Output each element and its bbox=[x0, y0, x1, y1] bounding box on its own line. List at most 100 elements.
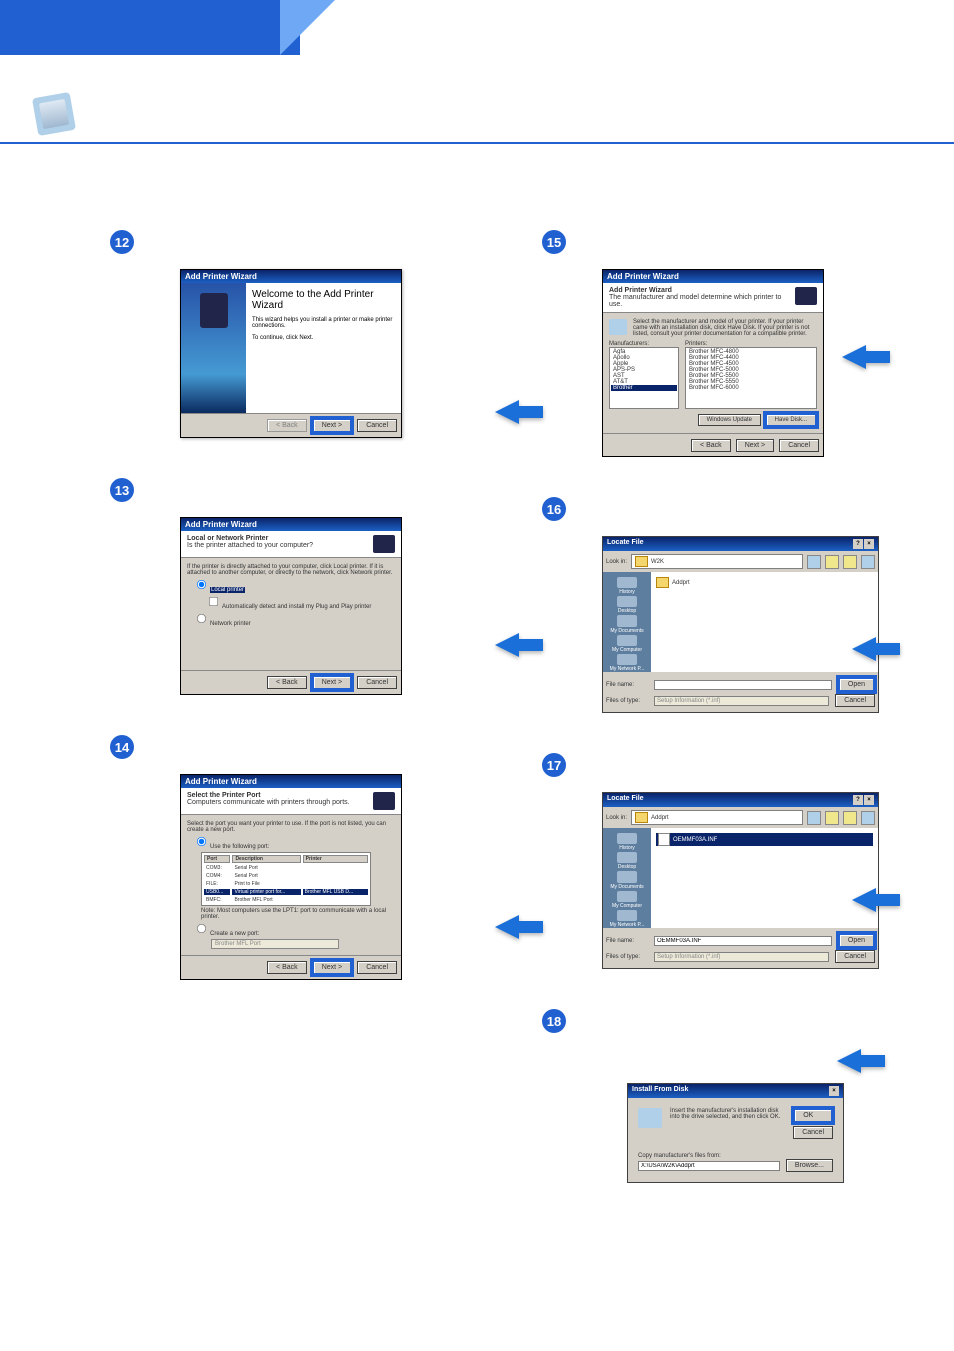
back-icon[interactable] bbox=[807, 555, 821, 569]
back-button[interactable]: < Back bbox=[691, 439, 731, 452]
mydocs-icon[interactable] bbox=[617, 871, 637, 882]
cancel-button[interactable]: Cancel bbox=[357, 419, 397, 432]
views-icon[interactable] bbox=[861, 555, 875, 569]
history-icon[interactable] bbox=[617, 577, 637, 588]
manufacturers-list[interactable]: Agfa Apollo Apple APS-PS AST AT&T Brothe… bbox=[609, 347, 679, 409]
panel-sub: Is the printer attached to your computer… bbox=[187, 542, 313, 549]
content: 12 Add Printer Wizard Welcome to the Add… bbox=[0, 150, 954, 1283]
filename-label: File name: bbox=[606, 938, 650, 944]
table-row-selected[interactable]: USB0...Virtual printer port for...Brothe… bbox=[204, 889, 368, 895]
file-list[interactable]: OEMMF03A.INF bbox=[651, 828, 878, 928]
filetype-combo: Setup Information (*.inf) bbox=[654, 952, 829, 962]
printers-list[interactable]: Brother MFC-4800 Brother MFC-4400 Brothe… bbox=[685, 347, 817, 409]
path-input[interactable] bbox=[638, 1161, 780, 1171]
step-number: 15 bbox=[542, 230, 566, 254]
lookin-combo[interactable]: Addprt bbox=[631, 810, 803, 825]
places-bar: History Desktop My Documents My Computer… bbox=[603, 828, 651, 928]
filename-input[interactable] bbox=[654, 680, 832, 690]
welcome-heading: Welcome to the Add Printer Wizard bbox=[252, 289, 395, 311]
windows-update-button[interactable]: Windows Update bbox=[698, 414, 761, 426]
next-button[interactable]: Next > bbox=[736, 439, 774, 452]
panel-heading: Select the Printer Port bbox=[187, 792, 261, 799]
panel-heading: Local or Network Printer bbox=[187, 535, 268, 542]
panel-heading: Add Printer Wizard bbox=[609, 287, 672, 294]
network-icon[interactable] bbox=[617, 654, 637, 665]
filetype-combo: Setup Information (*.inf) bbox=[654, 696, 829, 706]
cancel-button[interactable]: Cancel bbox=[793, 1126, 833, 1139]
col-header: Port bbox=[204, 855, 230, 863]
next-button[interactable]: Next > bbox=[312, 418, 352, 433]
window-controls[interactable]: × bbox=[828, 1086, 839, 1096]
cancel-button[interactable]: Cancel bbox=[357, 676, 397, 689]
window-controls[interactable]: ?× bbox=[852, 795, 874, 805]
desktop-icon[interactable] bbox=[617, 596, 637, 607]
manufacturer-model-dialog: Add Printer Wizard Add Printer Wizard Th… bbox=[602, 269, 824, 457]
col-header: Printer bbox=[303, 855, 368, 863]
have-disk-button[interactable]: Have Disk... bbox=[765, 413, 817, 427]
mycomputer-icon[interactable] bbox=[617, 891, 637, 902]
step-12: 12 Add Printer Wizard Welcome to the Add… bbox=[110, 230, 462, 438]
filename-input[interactable] bbox=[654, 936, 832, 946]
use-port-radio[interactable] bbox=[197, 837, 206, 846]
next-button[interactable]: Next > bbox=[312, 960, 352, 975]
desktop-icon[interactable] bbox=[617, 852, 637, 863]
cancel-button[interactable]: Cancel bbox=[357, 961, 397, 974]
arrow-icon bbox=[852, 888, 876, 912]
open-button[interactable]: Open bbox=[838, 677, 875, 692]
next-button[interactable]: Next > bbox=[312, 675, 352, 690]
table-row[interactable]: COM3:Serial Port bbox=[204, 865, 368, 871]
places-bar: History Desktop My Documents My Computer… bbox=[603, 572, 651, 672]
history-icon[interactable] bbox=[617, 833, 637, 844]
network-icon[interactable] bbox=[617, 910, 637, 921]
views-icon[interactable] bbox=[861, 811, 875, 825]
list-item[interactable]: Addprt bbox=[656, 577, 873, 588]
titlebar: Add Printer Wizard bbox=[181, 518, 401, 531]
port-type-combo: Brother MFL Port bbox=[211, 939, 339, 949]
network-printer-radio[interactable] bbox=[197, 614, 206, 623]
open-button[interactable]: Open bbox=[838, 933, 875, 948]
step-18: 18 Install From Disk × Insert the manufa… bbox=[542, 1009, 894, 1183]
arrow-icon bbox=[842, 345, 866, 369]
filetype-label: Files of type: bbox=[606, 954, 650, 960]
cancel-button[interactable]: Cancel bbox=[779, 439, 819, 452]
ok-button[interactable]: OK bbox=[793, 1108, 833, 1123]
back-button[interactable]: < Back bbox=[267, 676, 307, 689]
lookin-combo[interactable]: W2K bbox=[631, 554, 803, 569]
cancel-button[interactable]: Cancel bbox=[835, 950, 875, 963]
radio-label: Create a new port: bbox=[210, 931, 259, 937]
back-button[interactable]: < Back bbox=[267, 961, 307, 974]
browse-button[interactable]: Browse... bbox=[786, 1159, 833, 1172]
step-16: 16 Locate File ?× Look in: W2K History bbox=[542, 497, 894, 713]
local-printer-radio[interactable] bbox=[197, 580, 206, 589]
select-printer-port-dialog: Add Printer Wizard Select the Printer Po… bbox=[180, 774, 402, 980]
mydocs-icon[interactable] bbox=[617, 615, 637, 626]
cancel-button[interactable]: Cancel bbox=[835, 694, 875, 707]
autodetect-checkbox[interactable] bbox=[209, 597, 218, 606]
panel-sub: Computers communicate with printers thro… bbox=[187, 799, 350, 806]
step-number: 13 bbox=[110, 478, 134, 502]
up-icon[interactable] bbox=[825, 555, 839, 569]
list-item-selected[interactable]: Brother bbox=[611, 385, 677, 391]
printer-icon bbox=[373, 535, 395, 553]
up-icon[interactable] bbox=[825, 811, 839, 825]
list-item-selected[interactable]: OEMMF03A.INF bbox=[656, 833, 873, 846]
arrow-icon bbox=[852, 637, 876, 661]
file-list[interactable]: Addprt bbox=[651, 572, 878, 672]
table-row[interactable]: COM4:Serial Port bbox=[204, 873, 368, 879]
add-printer-wizard-welcome: Add Printer Wizard Welcome to the Add Pr… bbox=[180, 269, 402, 438]
step-15: 15 Add Printer Wizard Add Printer Wizard… bbox=[542, 230, 894, 457]
back-icon[interactable] bbox=[807, 811, 821, 825]
window-controls[interactable]: ?× bbox=[852, 539, 874, 549]
port-table[interactable]: Port Description Printer COM3:Serial Por… bbox=[201, 852, 371, 906]
mycomputer-icon[interactable] bbox=[617, 635, 637, 646]
checkbox-label: Automatically detect and install my Plug… bbox=[222, 604, 371, 610]
newfolder-icon[interactable] bbox=[843, 555, 857, 569]
list-item[interactable]: Brother MFC-6000 bbox=[687, 385, 815, 391]
create-port-radio[interactable] bbox=[197, 924, 206, 933]
newfolder-icon[interactable] bbox=[843, 811, 857, 825]
table-row[interactable]: BMFC:Brother MFL Port bbox=[204, 897, 368, 903]
radio-label: Use the following port: bbox=[210, 844, 269, 850]
titlebar: Add Printer Wizard bbox=[603, 270, 823, 283]
filetype-label: Files of type: bbox=[606, 698, 650, 704]
table-row[interactable]: FILE:Print to File bbox=[204, 881, 368, 887]
